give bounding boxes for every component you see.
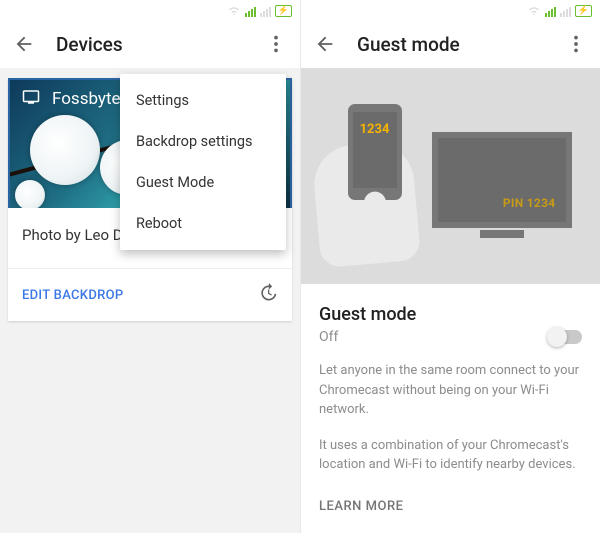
overflow-button[interactable]: [564, 32, 588, 56]
left-pane: ⚡ Devices Fossbytes: [0, 0, 300, 533]
status-bar: ⚡: [301, 0, 600, 20]
phone-pin: 1234: [360, 122, 390, 137]
description-1: Let anyone in the same room connect to y…: [319, 361, 582, 420]
overflow-button[interactable]: [264, 32, 288, 56]
right-pane: ⚡ Guest mode 1234 PIN 1234: [300, 0, 600, 533]
wifi-icon: [227, 2, 241, 21]
edit-backdrop-button[interactable]: EDIT BACKDROP: [22, 288, 258, 303]
overflow-menu: Settings Backdrop settings Guest Mode Re…: [120, 74, 286, 250]
page-title: Guest mode: [357, 33, 544, 56]
signal-2-icon: [260, 5, 271, 17]
menu-item-reboot[interactable]: Reboot: [120, 203, 286, 244]
guest-mode-toggle[interactable]: [548, 330, 582, 344]
back-button[interactable]: [313, 32, 337, 56]
app-bar: Guest mode: [301, 20, 600, 68]
page-title: Devices: [56, 33, 244, 56]
battery-charging-icon: ⚡: [275, 5, 292, 17]
back-button[interactable]: [12, 32, 36, 56]
device-name: Fossbytes: [52, 89, 129, 109]
tv-icon: [20, 88, 42, 110]
phone-illustration: 1234: [330, 104, 420, 249]
section-title: Guest mode: [319, 304, 582, 325]
menu-item-settings[interactable]: Settings: [120, 80, 286, 121]
signal-1-icon: [245, 5, 256, 17]
battery-charging-icon: ⚡: [575, 5, 592, 17]
toggle-state-label: Off: [319, 329, 548, 345]
app-bar: Devices: [0, 20, 300, 68]
signal-1-icon: [545, 5, 556, 17]
hero-illustration: 1234 PIN 1234: [301, 68, 600, 284]
signal-2-icon: [560, 5, 571, 17]
tv-pin: PIN 1234: [503, 196, 556, 210]
wifi-icon: [527, 2, 541, 21]
card-actions: EDIT BACKDROP: [8, 269, 292, 321]
status-bar: ⚡: [0, 0, 300, 20]
description-2: It uses a combination of your Chromecast…: [319, 436, 582, 475]
menu-item-backdrop-settings[interactable]: Backdrop settings: [120, 121, 286, 162]
menu-item-guest-mode[interactable]: Guest Mode: [120, 162, 286, 203]
history-icon[interactable]: [258, 283, 278, 307]
detail-section: Guest mode Off Let anyone in the same ro…: [301, 284, 600, 533]
tv-illustration: PIN 1234: [432, 132, 572, 228]
learn-more-button[interactable]: LEARN MORE: [319, 499, 582, 514]
